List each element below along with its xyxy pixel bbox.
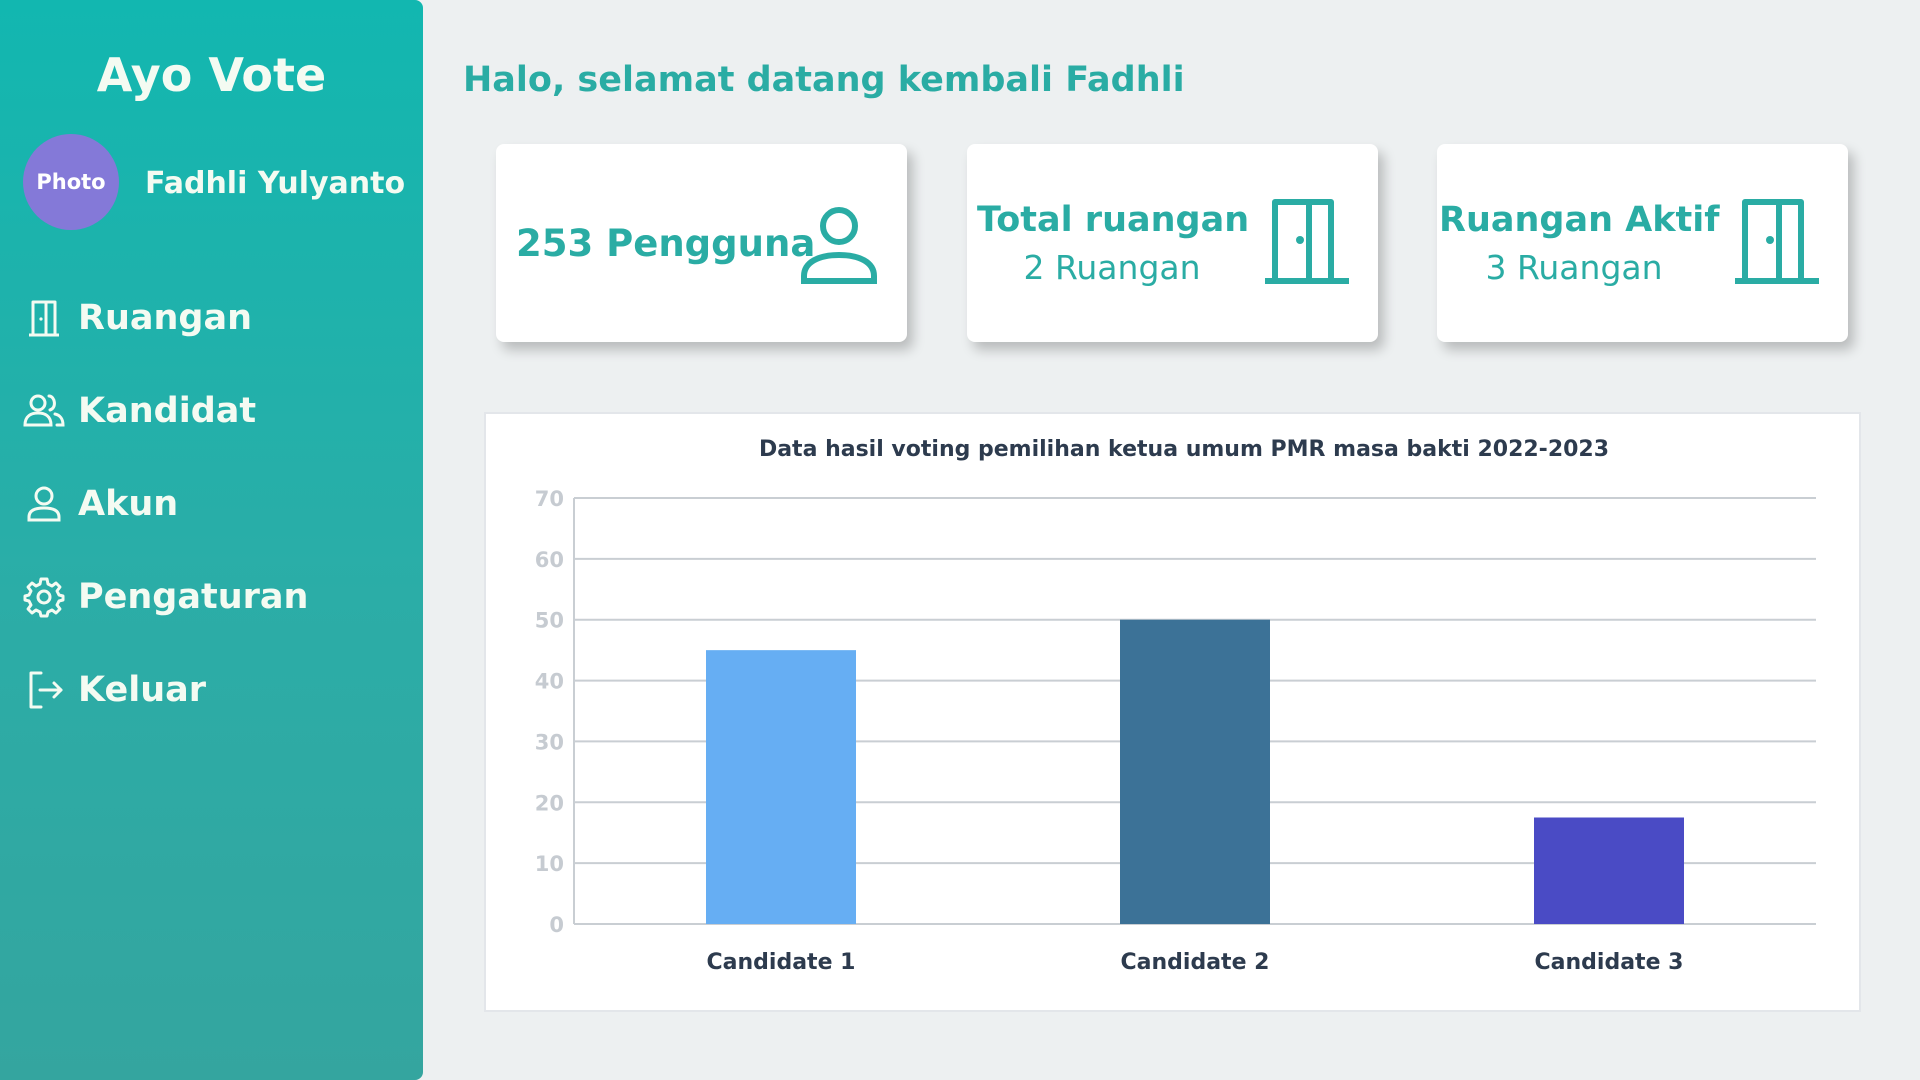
sidebar-item-label: Keluar <box>78 670 207 710</box>
avatar[interactable]: Photo <box>23 134 119 230</box>
user-name: Fadhli Yulyanto <box>145 166 406 201</box>
total-rooms-value: 2 Ruangan <box>1023 248 1201 287</box>
gear-icon <box>22 575 66 619</box>
y-tick-label: 0 <box>549 913 564 937</box>
x-tick-label: Candidate 3 <box>1535 950 1684 975</box>
door-icon <box>22 296 66 340</box>
door-icon <box>1265 199 1349 284</box>
bar-candidate-3[interactable] <box>1534 817 1684 925</box>
users-stat-card[interactable]: 253 Pengguna <box>496 144 907 342</box>
users-count: 253 Pengguna <box>516 222 816 265</box>
sidebar-item-kandidat[interactable]: Kandidat <box>22 386 256 436</box>
active-rooms-value: 3 Ruangan <box>1485 248 1663 287</box>
user-icon <box>22 482 66 526</box>
y-tick-label: 70 <box>535 487 564 511</box>
sidebar-item-akun[interactable]: Akun <box>22 479 178 529</box>
active-rooms-title: Ruangan Aktif <box>1439 200 1720 240</box>
active-rooms-card[interactable]: Ruangan Aktif 3 Ruangan <box>1437 144 1848 342</box>
sidebar-item-ruangan[interactable]: Ruangan <box>22 293 252 343</box>
y-tick-label: 40 <box>535 670 564 694</box>
users-icon <box>22 389 66 433</box>
sidebar: Ayo Vote Photo Fadhli Yulyanto Ruangan K… <box>0 0 423 1080</box>
sidebar-item-label: Kandidat <box>78 391 257 431</box>
y-tick-label: 60 <box>535 548 564 572</box>
y-tick-label: 50 <box>535 609 564 633</box>
bar-candidate-1[interactable] <box>706 650 856 924</box>
sidebar-item-keluar[interactable]: Keluar <box>22 665 206 715</box>
total-rooms-card[interactable]: Total ruangan 2 Ruangan <box>967 144 1378 342</box>
voting-chart-panel: Data hasil voting pemilihan ketua umum P… <box>484 412 1861 1012</box>
y-tick-label: 20 <box>535 791 564 815</box>
user-icon <box>801 207 877 284</box>
y-tick-label: 30 <box>535 730 564 754</box>
sidebar-item-label: Ruangan <box>78 298 252 338</box>
sidebar-item-label: Akun <box>78 484 179 524</box>
door-icon <box>1735 199 1819 284</box>
y-tick-label: 10 <box>535 852 564 876</box>
greeting: Halo, selamat datang kembali Fadhli <box>463 60 1185 100</box>
sidebar-item-pengaturan[interactable]: Pengaturan <box>22 572 308 622</box>
x-tick-label: Candidate 1 <box>707 950 856 975</box>
x-tick-label: Candidate 2 <box>1121 950 1270 975</box>
voting-bar-chart: Data hasil voting pemilihan ketua umum P… <box>535 437 1816 975</box>
bar-candidate-2[interactable] <box>1120 619 1270 924</box>
sidebar-item-label: Pengaturan <box>78 577 309 617</box>
app-title: Ayo Vote <box>96 48 327 102</box>
logout-icon <box>22 668 66 712</box>
chart-title: Data hasil voting pemilihan ketua umum P… <box>759 437 1609 462</box>
total-rooms-title: Total ruangan <box>977 200 1250 240</box>
